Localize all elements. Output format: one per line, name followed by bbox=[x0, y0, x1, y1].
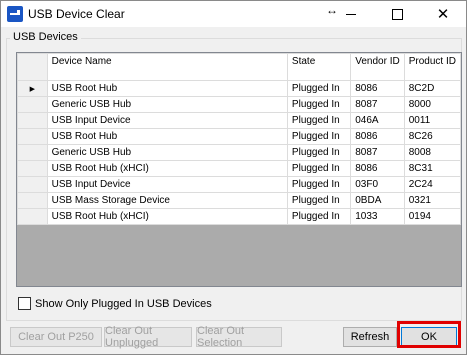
table-row[interactable]: USB Root Hub (xHCI) Plugged In 1033 0194 bbox=[17, 208, 461, 225]
row-header[interactable] bbox=[17, 160, 48, 177]
vendor-id-cell[interactable]: 8086 bbox=[350, 128, 405, 145]
vendor-id-cell[interactable]: 8086 bbox=[350, 160, 405, 177]
table-row[interactable]: USB Root Hub Plugged In 8086 8C26 bbox=[17, 128, 461, 145]
row-selected-marker-icon[interactable]: ▶ bbox=[17, 80, 48, 97]
product-id-cell[interactable]: 8C2D bbox=[403, 80, 461, 97]
show-plugged-in-label[interactable]: Show Only Plugged In USB Devices bbox=[35, 298, 212, 310]
close-button[interactable]: ✕ bbox=[420, 1, 466, 27]
device-name-cell[interactable]: USB Root Hub bbox=[46, 80, 288, 97]
title-bar: USB Device Clear ↔ ✕ bbox=[1, 1, 466, 27]
product-id-cell[interactable]: 8C26 bbox=[403, 128, 461, 145]
vendor-id-cell[interactable]: 8087 bbox=[350, 96, 405, 113]
show-plugged-in-checkbox[interactable] bbox=[18, 297, 31, 310]
state-cell[interactable]: Plugged In bbox=[286, 80, 352, 97]
row-header[interactable] bbox=[17, 128, 48, 145]
table-row[interactable]: USB Root Hub (xHCI) Plugged In 8086 8C31 bbox=[17, 160, 461, 177]
table-row[interactable]: Generic USB Hub Plugged In 8087 8000 bbox=[17, 96, 461, 113]
row-header[interactable] bbox=[17, 96, 48, 113]
close-icon: ✕ bbox=[436, 6, 450, 23]
device-name-cell[interactable]: Generic USB Hub bbox=[46, 144, 288, 161]
table-header-row: Device Name State Vendor ID Product ID bbox=[17, 53, 461, 81]
product-id-cell[interactable]: 2C24 bbox=[403, 176, 461, 193]
device-name-cell[interactable]: USB Mass Storage Device bbox=[46, 192, 288, 209]
state-cell[interactable]: Plugged In bbox=[286, 112, 352, 129]
window-title: USB Device Clear bbox=[28, 7, 125, 21]
refresh-button[interactable]: Refresh bbox=[343, 327, 397, 347]
show-plugged-in-filter[interactable]: Show Only Plugged In USB Devices bbox=[18, 297, 212, 310]
row-header[interactable] bbox=[17, 176, 48, 193]
column-header-product-id[interactable]: Product ID bbox=[403, 53, 461, 81]
clear-out-p250-button[interactable]: Clear Out P250 bbox=[10, 327, 102, 347]
minimize-icon bbox=[346, 13, 356, 15]
device-name-cell[interactable]: USB Root Hub (xHCI) bbox=[46, 208, 288, 225]
row-header[interactable] bbox=[17, 112, 48, 129]
table-row[interactable]: ▶ USB Root Hub Plugged In 8086 8C2D bbox=[17, 80, 461, 97]
table-row[interactable]: USB Mass Storage Device Plugged In 0BDA … bbox=[17, 192, 461, 209]
vendor-id-cell[interactable]: 0BDA bbox=[350, 192, 405, 209]
column-header-state[interactable]: State bbox=[286, 53, 352, 81]
device-name-cell[interactable]: USB Input Device bbox=[46, 176, 288, 193]
product-id-cell[interactable]: 0321 bbox=[403, 192, 461, 209]
ok-button-highlight bbox=[397, 321, 461, 348]
state-cell[interactable]: Plugged In bbox=[286, 192, 352, 209]
device-name-cell[interactable]: Generic USB Hub bbox=[46, 96, 288, 113]
state-cell[interactable]: Plugged In bbox=[286, 96, 352, 113]
state-cell[interactable]: Plugged In bbox=[286, 144, 352, 161]
vendor-id-cell[interactable]: 1033 bbox=[350, 208, 405, 225]
clear-out-unplugged-button[interactable]: Clear Out Unplugged bbox=[104, 325, 192, 349]
product-id-cell[interactable]: 8C31 bbox=[403, 160, 461, 177]
clear-out-selection-button[interactable]: Clear Out Selection bbox=[196, 325, 282, 349]
product-id-cell[interactable]: 0194 bbox=[403, 208, 461, 225]
row-header[interactable] bbox=[17, 208, 48, 225]
column-header-vendor-id[interactable]: Vendor ID bbox=[350, 53, 405, 81]
row-header[interactable] bbox=[17, 144, 48, 161]
product-id-cell[interactable]: 8000 bbox=[403, 96, 461, 113]
usb-app-icon bbox=[7, 6, 23, 22]
row-header[interactable] bbox=[17, 192, 48, 209]
vendor-id-cell[interactable]: 03F0 bbox=[350, 176, 405, 193]
vendor-id-cell[interactable]: 046A bbox=[350, 112, 405, 129]
device-name-cell[interactable]: USB Root Hub (xHCI) bbox=[46, 160, 288, 177]
table-row[interactable]: USB Input Device Plugged In 03F0 2C24 bbox=[17, 176, 461, 193]
state-cell[interactable]: Plugged In bbox=[286, 208, 352, 225]
product-id-cell[interactable]: 8008 bbox=[403, 144, 461, 161]
device-name-cell[interactable]: USB Input Device bbox=[46, 112, 288, 129]
column-header-device-name[interactable]: Device Name bbox=[46, 53, 288, 81]
device-table: Device Name State Vendor ID Product ID ▶… bbox=[17, 53, 461, 225]
minimize-button[interactable] bbox=[328, 1, 374, 27]
state-cell[interactable]: Plugged In bbox=[286, 128, 352, 145]
maximize-button[interactable] bbox=[374, 1, 420, 27]
usb-devices-group-label: USB Devices bbox=[10, 31, 81, 43]
state-cell[interactable]: Plugged In bbox=[286, 160, 352, 177]
table-row[interactable]: Generic USB Hub Plugged In 8087 8008 bbox=[17, 144, 461, 161]
state-cell[interactable]: Plugged In bbox=[286, 176, 352, 193]
device-grid[interactable]: Device Name State Vendor ID Product ID ▶… bbox=[16, 52, 462, 287]
vendor-id-cell[interactable]: 8087 bbox=[350, 144, 405, 161]
maximize-icon bbox=[391, 8, 403, 20]
device-name-cell[interactable]: USB Root Hub bbox=[46, 128, 288, 145]
product-id-cell[interactable]: 0011 bbox=[403, 112, 461, 129]
row-header-corner bbox=[17, 53, 48, 81]
table-row[interactable]: USB Input Device Plugged In 046A 0011 bbox=[17, 112, 461, 129]
vendor-id-cell[interactable]: 8086 bbox=[350, 80, 405, 97]
